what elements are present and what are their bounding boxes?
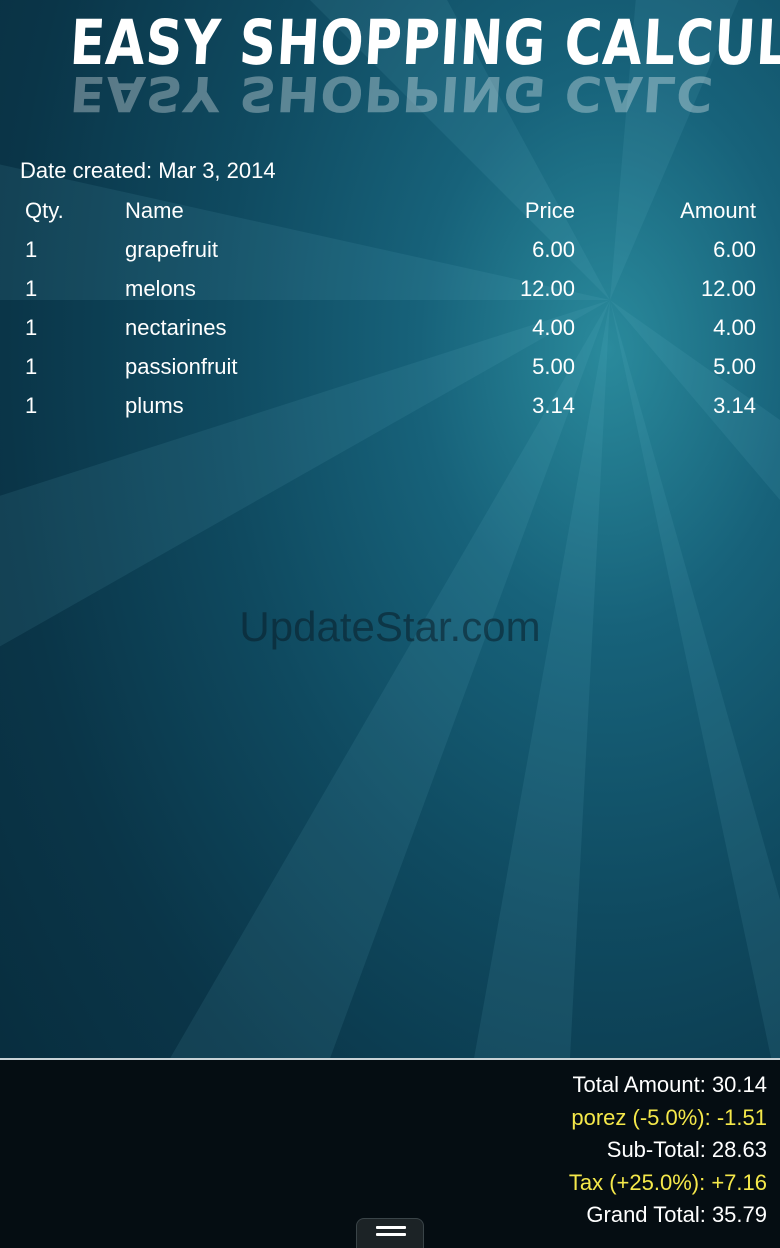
item-name: passionfruit [125,354,238,379]
sub-total: Sub-Total: 28.63 [606,1137,767,1163]
totals-panel: Total Amount: 30.14 porez (-5.0%): -1.51… [569,1070,767,1233]
item-qty: 1 [25,237,38,262]
table-row[interactable]: 1 plums 3.14 3.14 [0,391,780,430]
item-price: 3.14 [532,393,575,418]
item-qty: 1 [25,315,38,340]
table-row[interactable]: 1 grapefruit 6.00 6.00 [0,235,780,274]
item-name: plums [125,393,184,418]
header-name: Name [125,198,184,223]
header-price: Price [524,198,575,223]
item-qty: 1 [25,276,38,301]
app-title-reflection: Easy Shopping Calculator [68,67,712,123]
item-amount: 3.14 [713,393,756,418]
app-screen: Easy Shopping Calculator Easy Shopping C… [0,0,780,1248]
tax-line: Tax (+25.0%): +7.16 [568,1169,767,1195]
item-amount: 5.00 [713,354,756,379]
watermark: UpdateStar.com [239,603,541,650]
item-name: melons [125,276,196,301]
item-price: 5.00 [532,354,575,379]
item-price: 12.00 [519,276,575,301]
item-amount: 6.00 [713,237,756,262]
table-row[interactable]: 1 passionfruit 5.00 5.00 [0,352,780,391]
item-price: 6.00 [532,237,575,262]
table-header-row: Qty. Name Price Amount [0,196,780,235]
header-qty: Qty. [25,198,64,223]
item-amount: 4.00 [713,315,756,340]
item-qty: 1 [25,393,38,418]
item-qty: 1 [25,354,38,379]
total-amount: Total Amount: 30.14 [572,1072,767,1097]
grand-total: Grand Total: 35.79 [586,1202,767,1228]
discount-line: porez (-5.0%): -1.51 [571,1104,767,1130]
header-amount: Amount [680,198,756,223]
date-created-label: Date created: Mar 3, 2014 [20,158,276,183]
table-row[interactable]: 1 melons 12.00 12.00 [0,274,780,313]
item-price: 4.00 [532,315,575,340]
table-row[interactable]: 1 nectarines 4.00 4.00 [0,313,780,352]
item-name: grapefruit [125,237,218,262]
item-amount: 12.00 [700,276,756,301]
app-header: Easy Shopping Calculator Easy Shopping C… [0,0,780,125]
shopping-table: Qty. Name Price Amount 1 grapefruit 6.00… [0,196,780,430]
menu-button[interactable] [356,1218,424,1248]
item-name: nectarines [125,315,227,340]
